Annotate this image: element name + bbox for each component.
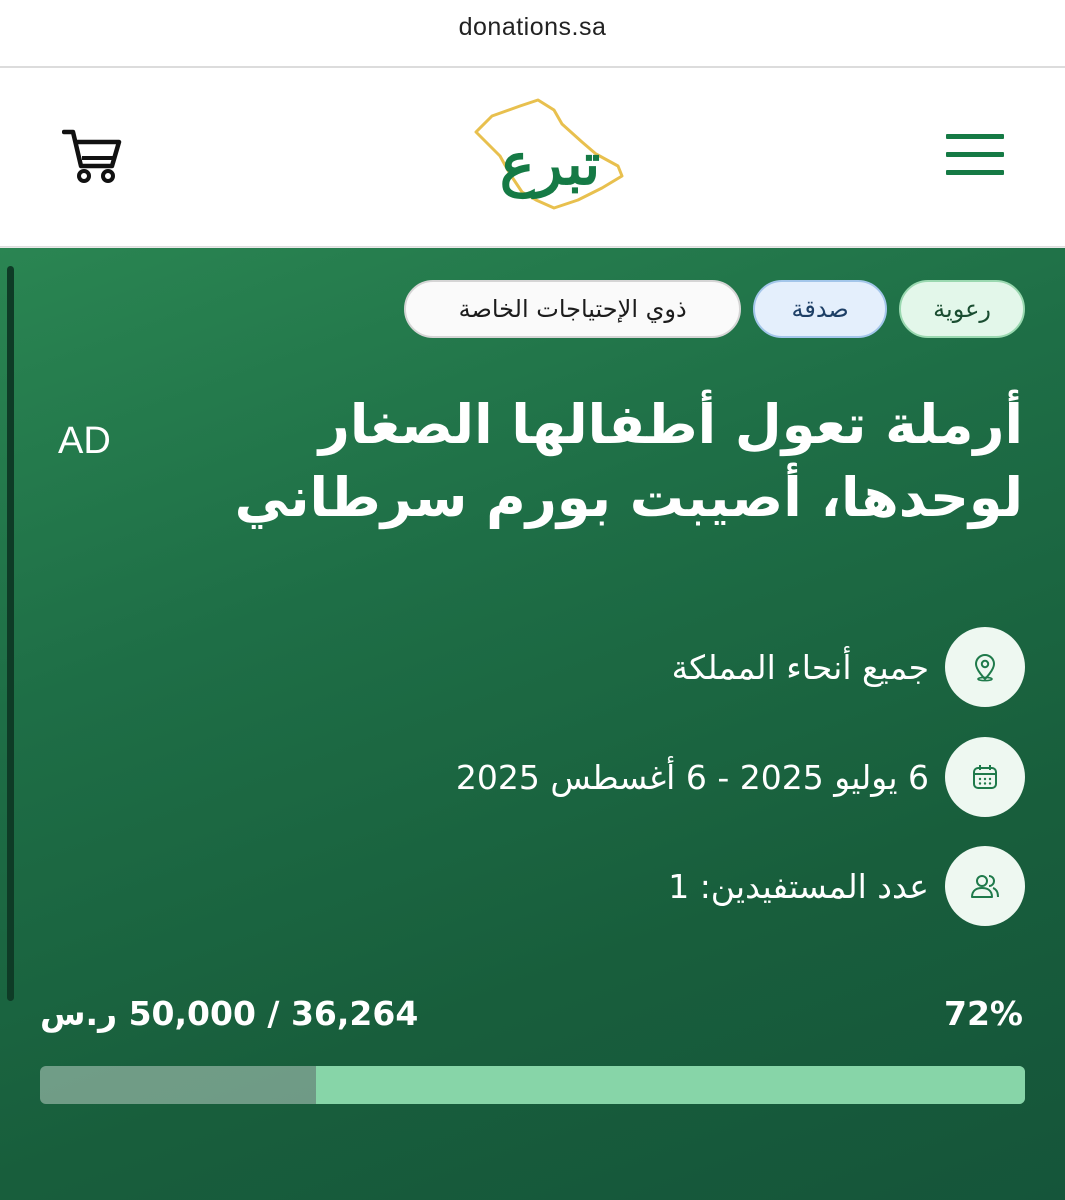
calendar-icon	[945, 737, 1025, 817]
dates-text: 6 يوليو 2025 - 6 أغسطس 2025	[455, 757, 929, 797]
category-tags: رعوية صدقة ذوي الإحتياجات الخاصة	[404, 280, 1025, 338]
users-icon	[945, 846, 1025, 926]
tag-special-needs[interactable]: ذوي الإحتياجات الخاصة	[404, 280, 742, 338]
cart-icon[interactable]	[62, 126, 124, 188]
progress-fill	[315, 1066, 1025, 1104]
hamburger-menu-icon[interactable]	[946, 134, 1004, 178]
campaign-hero: رعوية صدقة ذوي الإحتياجات الخاصة AD أرمل…	[0, 248, 1065, 1200]
campaign-title: أرملة تعول أطفالها الصغار لوحدها، أصيبت …	[234, 393, 1023, 529]
beneficiaries-row: عدد المستفيدين: 1	[668, 845, 1025, 927]
location-pin-icon	[945, 627, 1025, 707]
dates-row: 6 يوليو 2025 - 6 أغسطس 2025	[456, 736, 1025, 818]
site-header: تبرع	[0, 68, 1065, 246]
progress-percent: 72%	[944, 994, 1023, 1033]
address-bar[interactable]: donations.sa	[0, 0, 1065, 68]
tag-charity[interactable]: صدقة	[753, 280, 888, 338]
tag-pastoral[interactable]: رعوية	[899, 280, 1025, 338]
url-text: donations.sa	[458, 12, 607, 41]
donation-progress-bar	[40, 1066, 1025, 1104]
logo-text: تبرع	[500, 130, 600, 200]
logo-map-icon: تبرع	[474, 98, 624, 210]
location-row: جميع أنحاء المملكة	[672, 626, 1025, 708]
ad-label: AD	[58, 420, 111, 462]
beneficiaries-text: عدد المستفيدين: 1	[668, 866, 929, 906]
scrollbar[interactable]	[7, 266, 14, 1001]
site-logo[interactable]: تبرع	[470, 96, 630, 221]
location-text: جميع أنحاء المملكة	[671, 647, 929, 687]
progress-amount: 36,264 / 50,000 ر.س	[40, 994, 419, 1033]
